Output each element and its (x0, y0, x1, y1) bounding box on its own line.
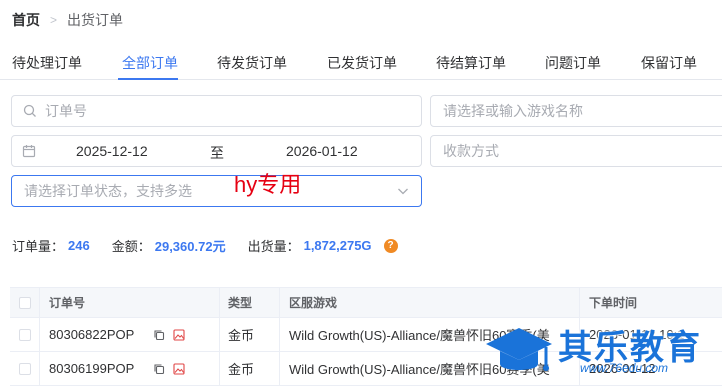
shipped-label: 出货量： (247, 239, 300, 254)
overlay-annotation: hy专用 (234, 172, 302, 197)
shipped-value: 1,872,275G (303, 238, 372, 253)
active-tab-indicator (118, 78, 178, 80)
search-icon (23, 104, 37, 118)
breadcrumb-home[interactable]: 首页 (12, 10, 40, 30)
image-icon[interactable] (173, 362, 185, 375)
date-range-picker[interactable]: 2025-12-12 至 2026-01-12 (11, 135, 422, 167)
order-count-value: 246 (68, 238, 90, 253)
tab-problem[interactable]: 问题订单 (545, 53, 601, 73)
game-placeholder: 请选择或输入游戏名称 (443, 103, 583, 119)
order-status-select[interactable]: 请选择订单状态，支持多选 (11, 175, 422, 207)
tab-all[interactable]: 全部订单 (122, 53, 178, 73)
select-all-checkbox-cell (10, 288, 40, 317)
order-no: 80306822POP (49, 327, 135, 342)
order-no-cell: 80306199POP (40, 352, 220, 385)
row-checkbox[interactable] (18, 328, 31, 341)
table-header: 订单号 类型 区服游戏 下单时间 (10, 288, 722, 318)
status-placeholder: 请选择订单状态，支持多选 (24, 183, 192, 199)
date-start[interactable]: 2025-12-12 (76, 143, 148, 159)
order-number-input[interactable]: 订单号 (11, 95, 422, 127)
breadcrumb-separator-icon: > (50, 13, 58, 27)
order-stats: 订单量： 246 金额： 29,360.72元 出货量： 1,872,275G … (12, 236, 398, 255)
copy-icon[interactable] (153, 329, 165, 341)
game-select[interactable]: 请选择或输入游戏名称 (430, 95, 722, 127)
type-cell: 金币 (220, 318, 280, 351)
select-all-checkbox[interactable] (18, 296, 31, 309)
breadcrumb-current: 出货订单 (67, 12, 124, 28)
tab-to-settle[interactable]: 待结算订单 (436, 53, 506, 73)
image-icon[interactable] (173, 328, 185, 341)
date-range-separator: 至 (210, 145, 224, 161)
order-no: 80306199POP (49, 361, 135, 376)
header-server-game: 区服游戏 (280, 288, 580, 317)
header-type: 类型 (220, 288, 280, 317)
breadcrumb: 首页 > 出货订单 (12, 10, 123, 30)
copy-icon[interactable] (153, 363, 165, 375)
help-icon[interactable]: ? (383, 238, 398, 253)
amount-label: 金额： (111, 239, 151, 254)
calendar-icon (22, 144, 36, 158)
watermark-logo: 其乐教育 www.76edu.com (480, 318, 722, 386)
row-checkbox[interactable] (18, 362, 31, 375)
header-order-time[interactable]: 下单时间 (580, 288, 722, 317)
date-end[interactable]: 2026-01-12 (286, 143, 358, 159)
amount-value: 29,360.72元 (154, 239, 226, 254)
watermark-url: www.76edu.com (580, 361, 669, 375)
tab-to-ship[interactable]: 待发货订单 (217, 53, 287, 73)
order-count-label: 订单量： (12, 239, 65, 254)
graduation-cap-icon (484, 324, 554, 385)
payment-placeholder: 收款方式 (443, 143, 499, 159)
type-cell: 金币 (220, 352, 280, 385)
order-no-cell: 80306822POP (40, 318, 220, 351)
tab-reserved[interactable]: 保留订单 (641, 53, 697, 73)
tab-shipped[interactable]: 已发货订单 (327, 53, 397, 73)
chevron-down-icon[interactable] (397, 186, 409, 196)
payment-method-select[interactable]: 收款方式 (430, 135, 722, 167)
row-checkbox-cell (10, 352, 40, 385)
order-number-placeholder: 订单号 (45, 103, 87, 119)
header-order-no: 订单号 (40, 288, 220, 317)
tab-pending[interactable]: 待处理订单 (12, 53, 82, 73)
row-checkbox-cell (10, 318, 40, 351)
order-tabs: 待处理订单 全部订单 待发货订单 已发货订单 待结算订单 问题订单 保留订单 (0, 44, 722, 80)
